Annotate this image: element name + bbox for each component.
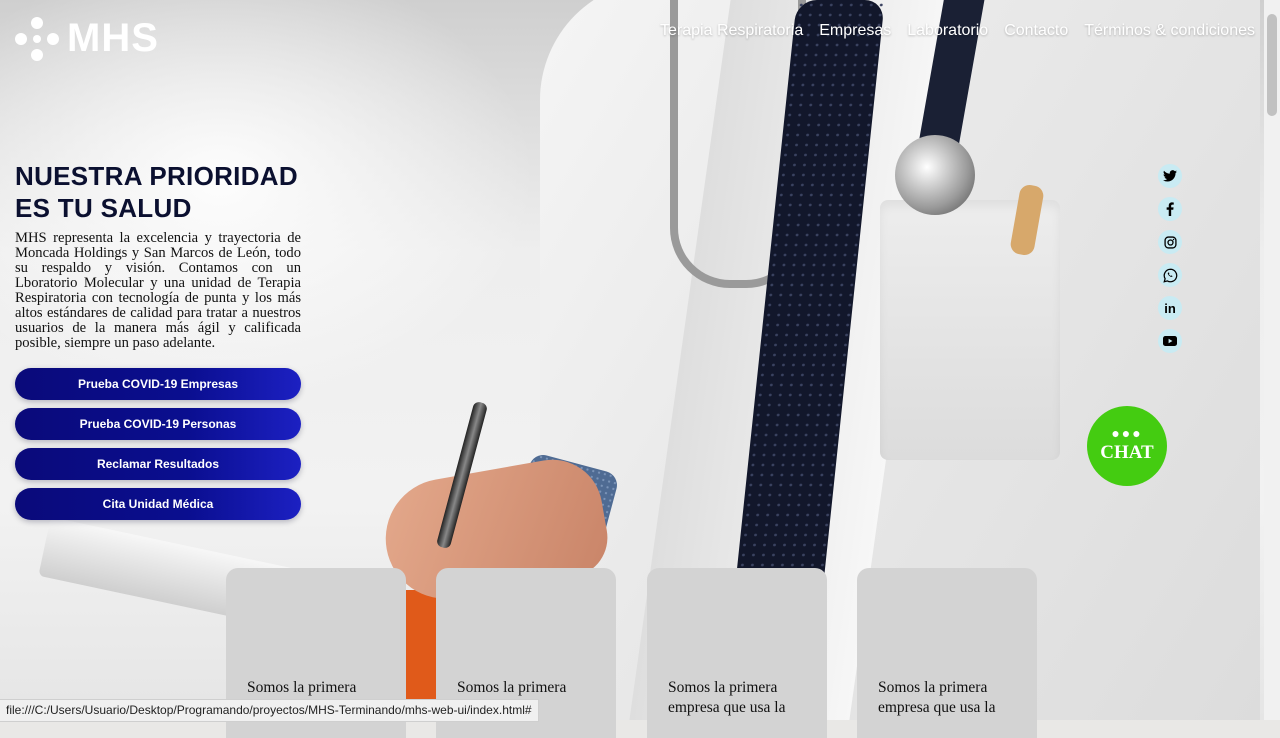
page-scrollbar[interactable] (1264, 0, 1280, 720)
whatsapp-icon[interactable] (1158, 263, 1182, 287)
nav-terminos[interactable]: Términos & condiciones (1084, 22, 1255, 40)
card-text: Somos la primera (247, 679, 357, 696)
covid-personas-button[interactable]: Prueba COVID-19 Personas (15, 408, 301, 440)
info-card: Somos la primera empresa que usa la (857, 568, 1037, 738)
status-bar-url: file:///C:/Users/Usuario/Desktop/Program… (0, 699, 539, 722)
info-card: Somos la primera empresa que usa la (647, 568, 827, 738)
stethoscope-head (895, 135, 975, 215)
hero-description: MHS representa la excelencia y trayector… (15, 230, 301, 351)
nav-laboratorio[interactable]: Laboratorio (907, 22, 988, 40)
nav-contacto[interactable]: Contacto (1004, 22, 1068, 40)
hero-title: NUESTRA PRIORIDAD ES TU SALUD (15, 161, 298, 223)
scrollbar-thumb[interactable] (1267, 14, 1277, 116)
main-nav: Terapia Respiratoria Empresas Laboratori… (660, 22, 1255, 40)
logo-text: MHS (67, 16, 159, 60)
covid-empresas-button[interactable]: Prueba COVID-19 Empresas (15, 368, 301, 400)
hero-background (0, 0, 1264, 720)
logo[interactable]: MHS (15, 16, 159, 61)
instagram-icon[interactable] (1158, 230, 1182, 254)
chat-dots-icon: ●●● (1111, 425, 1143, 441)
linkedin-icon[interactable]: in (1158, 296, 1182, 320)
nav-empresas[interactable]: Empresas (819, 22, 891, 40)
twitter-icon[interactable] (1158, 164, 1182, 188)
facebook-icon[interactable] (1158, 197, 1182, 221)
cta-buttons: Prueba COVID-19 Empresas Prueba COVID-19… (15, 368, 301, 520)
logo-dots-icon (15, 16, 59, 61)
cita-unidad-medica-button[interactable]: Cita Unidad Médica (15, 488, 301, 520)
chat-button[interactable]: ●●● CHAT (1087, 406, 1167, 486)
linkedin-glyph: in (1164, 300, 1176, 316)
card-text: Somos la primera empresa que usa la (668, 679, 786, 716)
card-text: Somos la primera empresa que usa la (878, 679, 996, 716)
nav-terapia-respiratoria[interactable]: Terapia Respiratoria (660, 22, 803, 40)
chat-label: CHAT (1100, 442, 1154, 463)
card-text: Somos la primera (457, 679, 567, 696)
social-links: in (1158, 164, 1182, 353)
youtube-icon[interactable] (1158, 329, 1182, 353)
reclamar-resultados-button[interactable]: Reclamar Resultados (15, 448, 301, 480)
